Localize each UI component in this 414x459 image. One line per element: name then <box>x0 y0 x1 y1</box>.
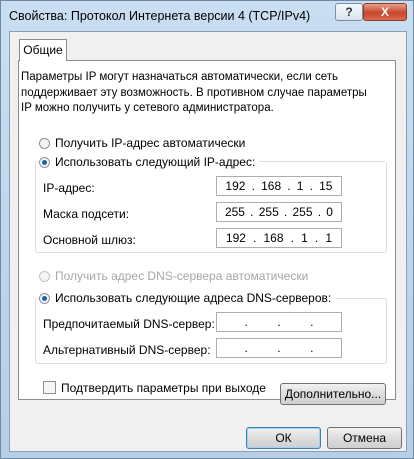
window-title: Свойства: Протокол Интернета версии 4 (T… <box>9 9 311 23</box>
radio-ip-manual-label: Использовать следующий IP-адрес: <box>55 155 256 169</box>
advanced-button[interactable]: Дополнительно... <box>280 383 386 405</box>
radio-dns-auto-label: Получить адрес DNS-сервера автоматически <box>55 269 309 283</box>
subnet-mask-octet-3: 255 <box>292 205 313 219</box>
validate-on-exit-checkbox[interactable] <box>43 381 56 394</box>
default-gateway-octet-3: 1 <box>301 231 308 245</box>
ip-address-octet-4: 15 <box>319 179 333 193</box>
ip-address-input[interactable]: 192. 168. 1. 15 <box>216 176 342 196</box>
help-button[interactable]: ? <box>335 3 363 21</box>
ip-address-octet-1: 192 <box>225 179 246 193</box>
cancel-button[interactable]: Отмена <box>327 427 402 449</box>
help-icon: ? <box>345 5 353 19</box>
preferred-dns-label: Предпочитаемый DNS-сервер: <box>43 317 215 331</box>
title-bar[interactable]: Свойства: Протокол Интернета версии 4 (T… <box>1 1 413 31</box>
radio-ip-auto[interactable]: Получить IP-адрес автоматически <box>39 136 245 150</box>
subnet-mask-octet-4: 0 <box>326 205 333 219</box>
tab-general[interactable]: Общие <box>19 39 67 61</box>
default-gateway-input[interactable]: 192. 168. 1. 1 <box>216 228 342 248</box>
dialog-window: Свойства: Протокол Интернета версии 4 (T… <box>0 0 414 459</box>
radio-dns-manual[interactable]: Использовать следующие адреса DNS-сервер… <box>39 291 336 305</box>
validate-on-exit-label[interactable]: Подтвердить параметры при выходе <box>61 381 266 395</box>
default-gateway-octet-4: 1 <box>325 231 333 245</box>
default-gateway-octet-2: 168 <box>263 231 284 245</box>
subnet-mask-octet-2: 255 <box>258 205 279 219</box>
ip-address-octet-2: 168 <box>261 179 282 193</box>
radio-dns-auto-indicator <box>39 270 50 282</box>
radio-dns-manual-label: Использовать следующие адреса DNS-сервер… <box>55 291 332 305</box>
subnet-mask-octet-1: 255 <box>224 205 245 219</box>
close-button[interactable]: X <box>363 3 407 21</box>
default-gateway-octet-1: 192 <box>225 231 246 245</box>
subnet-mask-label: Маска подсети: <box>43 207 130 221</box>
subnet-mask-input[interactable]: 255. 255. 255. 0 <box>216 202 342 222</box>
radio-dns-manual-indicator[interactable] <box>39 292 50 304</box>
radio-ip-auto-indicator[interactable] <box>39 137 50 149</box>
radio-dns-auto: Получить адрес DNS-сервера автоматически <box>39 269 308 283</box>
radio-ip-auto-label: Получить IP-адрес автоматически <box>55 136 246 150</box>
ip-address-octet-3: 1 <box>296 179 304 193</box>
alternate-dns-label: Альтернативный DNS-сервер: <box>43 343 211 357</box>
close-icon: X <box>380 5 389 19</box>
description-text: Параметры IP могут назначаться автоматич… <box>21 71 367 114</box>
preferred-dns-input[interactable]: . . . <box>216 312 342 332</box>
ip-address-label: IP-адрес: <box>43 181 95 195</box>
radio-ip-manual-indicator[interactable] <box>39 156 50 168</box>
ok-button[interactable]: ОК <box>246 427 321 449</box>
alternate-dns-input[interactable]: . . . <box>216 338 342 358</box>
default-gateway-label: Основной шлюз: <box>43 233 136 247</box>
radio-ip-manual[interactable]: Использовать следующий IP-адрес: <box>39 155 260 169</box>
